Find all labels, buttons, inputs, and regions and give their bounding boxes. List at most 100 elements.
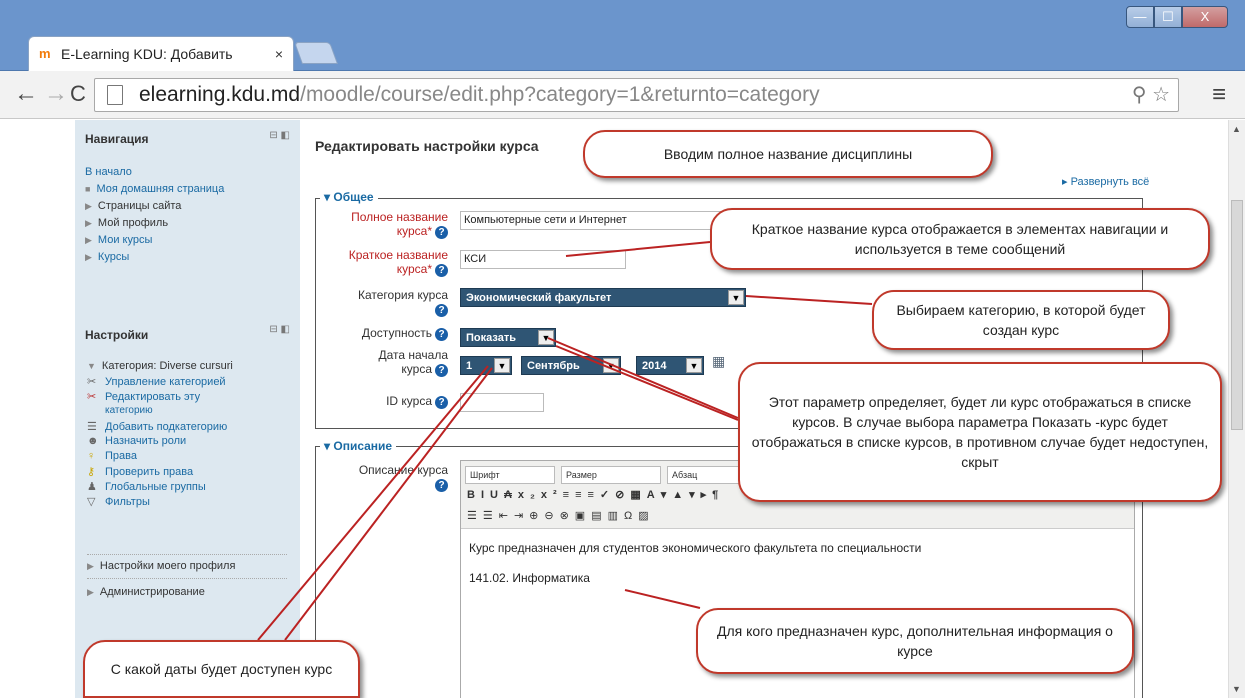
moodle-favicon-icon: m	[39, 46, 51, 61]
callout-fullname: Вводим полное название дисциплины	[583, 130, 993, 178]
editor-text-line-2: 141.02. Информатика	[469, 571, 590, 585]
browser-toolbar: ← → C elearning.kdu.md/moodle/course/edi…	[0, 71, 1245, 119]
filter-icon: ▽	[87, 496, 96, 508]
url-host: elearning.kdu.md	[139, 83, 301, 106]
nav-item-profile[interactable]: ▶ Мой профиль	[85, 217, 224, 234]
minimize-button[interactable]: —	[1126, 6, 1154, 28]
visibility-label: Доступность?	[308, 326, 448, 341]
maximize-button[interactable]: ☐	[1154, 6, 1182, 28]
font-size-select[interactable]: Размер	[561, 466, 661, 484]
general-legend[interactable]: ▾ Общее	[320, 190, 378, 204]
chevron-down-icon: ▼	[538, 330, 554, 345]
tools-icon: ✂	[87, 391, 97, 403]
settings-item-manage[interactable]: ✂ Управление категорией	[87, 375, 233, 390]
chevron-down-icon: ▼	[494, 358, 510, 373]
chevron-down-icon: ▼	[728, 290, 744, 305]
settings-item-assign-roles[interactable]: ☻ Назначить роли	[87, 435, 233, 450]
new-tab-button[interactable]	[293, 42, 339, 64]
url-path: /moodle/course/edit.php?category=1&retur…	[300, 83, 820, 106]
settings-item-cohorts[interactable]: ♟ Глобальные группы	[87, 480, 233, 495]
nav-item-dashboard[interactable]: ■ Моя домашняя страница	[85, 183, 224, 200]
nav-list: В начало ■ Моя домашняя страница ▶ Страниц…	[85, 166, 224, 268]
category-select[interactable]: Экономический факультет ▼	[460, 288, 746, 307]
callout-shortname: Краткое название курса отображается в эл…	[710, 208, 1210, 270]
page-icon	[107, 85, 123, 105]
profile-settings-item[interactable]: ▶ Настройки моего профиля	[87, 560, 235, 572]
browser-titlebar: m E-Learning KDU: Добавить × — ☐ X	[0, 0, 1245, 71]
idnumber-input[interactable]	[460, 393, 544, 412]
category-label: Категория курса?	[357, 288, 448, 317]
administration-item[interactable]: ▶ Администрирование	[87, 586, 205, 598]
help-icon: ?	[435, 328, 448, 341]
editor-text-line-1: Курс предназначен для студентов экономич…	[469, 541, 922, 555]
nav-item-my-courses[interactable]: ▶ Мои курсы	[85, 234, 224, 251]
scroll-up-icon[interactable]: ▲	[1232, 124, 1241, 134]
user-icon: ☻	[87, 435, 99, 447]
nav-item-home[interactable]: В начало	[85, 166, 224, 183]
list-icon: ☰	[87, 421, 97, 433]
visibility-select[interactable]: Показать ▼	[460, 328, 556, 347]
startdate-label: Дата начала курса?	[378, 348, 448, 377]
callout-category: Выбираем категорию, в которой будет созд…	[872, 290, 1170, 350]
description-label: Описание курса?	[358, 463, 448, 492]
callout-description: Для кого предназначен курс, дополнительн…	[696, 608, 1134, 674]
list-icons[interactable]: ☰☰⇤⇥⊕⊖⊗▣▤▥Ω▨	[467, 509, 655, 522]
idnumber-label: ID курса?	[308, 394, 448, 409]
reload-icon[interactable]: C	[70, 81, 86, 107]
help-icon: ?	[435, 364, 448, 377]
browser-tab[interactable]: m E-Learning KDU: Добавить ×	[28, 36, 294, 71]
chevron-down-icon: ▼	[686, 358, 702, 373]
help-icon: ?	[435, 479, 448, 492]
chevron-down-icon: ▼	[603, 358, 619, 373]
shortname-label: Краткое название курса*?	[348, 248, 448, 277]
sidebar: Навигация ⊟ ◧ В начало ■ Моя домашняя стр…	[75, 120, 300, 698]
fullname-input[interactable]: Компьютерные сети и Интернет	[460, 211, 730, 230]
settings-item-check-permissions[interactable]: ⚷ Проверить права	[87, 465, 233, 480]
callout-visibility: Этот параметр определяет, будет ли курс …	[738, 362, 1222, 502]
calendar-icon[interactable]: ▦	[712, 353, 725, 370]
month-select[interactable]: Сентябрь ▼	[521, 356, 621, 375]
block-controls-icon[interactable]: ⊟ ◧	[269, 130, 290, 141]
nav-item-site-pages[interactable]: ▶ Страницы сайта	[85, 200, 224, 217]
year-select[interactable]: 2014 ▼	[636, 356, 704, 375]
fullname-label: Полное название курса*?	[351, 210, 448, 239]
address-bar[interactable]: elearning.kdu.md/moodle/course/edit.php?…	[94, 78, 1179, 112]
group-icon: ♟	[87, 481, 97, 493]
back-arrow-icon[interactable]: ←	[14, 81, 38, 107]
divider	[87, 578, 287, 579]
key-check-icon: ⚷	[87, 466, 96, 478]
zoom-star-icons[interactable]: ⚲ ☆	[1132, 79, 1170, 111]
settings-item-add-subcategory[interactable]: ☰ Добавить подкатегорию	[87, 420, 233, 435]
font-family-select[interactable]: Шрифт	[465, 466, 555, 484]
menu-icon[interactable]: ≡	[1212, 81, 1226, 109]
nav-item-courses[interactable]: ▶ Курсы	[85, 251, 224, 268]
shortname-input[interactable]: КСИ	[460, 250, 626, 269]
callout-startdate: С какой даты будет доступен курс	[83, 640, 360, 698]
help-icon: ?	[435, 264, 448, 277]
settings-item-permissions[interactable]: ♀ Права	[87, 450, 233, 465]
settings-category[interactable]: ▼ Категория: Diverse cursuri	[87, 360, 233, 375]
key-icon: ♀	[87, 450, 96, 462]
settings-item-edit[interactable]: ✂ Редактировать эту	[87, 390, 233, 405]
expand-all-link[interactable]: ▸ Развернуть всё	[1062, 175, 1149, 188]
tab-close-icon[interactable]: ×	[275, 46, 283, 62]
help-icon: ?	[435, 396, 448, 409]
forward-arrow-icon[interactable]: →	[44, 81, 68, 107]
help-icon: ?	[435, 304, 448, 317]
page-content: Навигация ⊟ ◧ В начало ■ Моя домашняя стр…	[0, 120, 1228, 698]
tab-title: E-Learning KDU: Добавить	[61, 46, 233, 62]
scroll-down-icon[interactable]: ▼	[1232, 684, 1241, 694]
tools-icon: ✂	[87, 376, 97, 388]
nav-block-title: Навигация	[85, 132, 149, 146]
day-select[interactable]: 1 ▼	[460, 356, 512, 375]
close-window-button[interactable]: X	[1182, 6, 1228, 28]
settings-controls-icon[interactable]: ⊟ ◧	[269, 324, 290, 335]
settings-item-edit-cont[interactable]: категорию	[87, 405, 233, 420]
settings-item-filters[interactable]: ▽ Фильтры	[87, 495, 233, 510]
divider	[87, 554, 287, 555]
page-title: Редактировать настройки курса	[315, 138, 539, 154]
format-icons[interactable]: BIU₳x₂x²≡≡≡✓⊘▦A▾▲▾▸¶	[467, 488, 724, 501]
scroll-thumb[interactable]	[1231, 200, 1243, 430]
page-scrollbar[interactable]: ▲ ▼	[1228, 120, 1245, 698]
description-legend[interactable]: ▾ Описание	[320, 439, 397, 453]
